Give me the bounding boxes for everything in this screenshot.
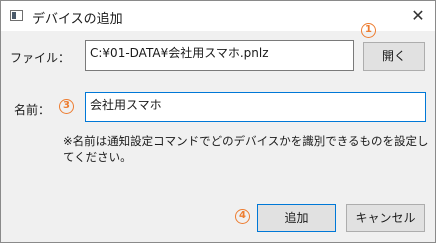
- callout-3: 3: [59, 99, 74, 114]
- file-path-field[interactable]: C:¥01-DATA¥会社用スマホ.pnlz: [85, 40, 354, 71]
- add-button[interactable]: 追加: [257, 204, 336, 232]
- add-device-dialog: デバイスの追加 ✕ ファイル： C:¥01-DATA¥会社用スマホ.pnlz 1…: [0, 0, 436, 243]
- callout-4: 4: [235, 209, 250, 224]
- device-name-field[interactable]: 会社用スマホ: [85, 92, 426, 122]
- close-icon[interactable]: ✕: [407, 5, 429, 27]
- open-button[interactable]: 開く: [363, 42, 425, 71]
- file-label: ファイル：: [10, 51, 71, 65]
- name-hint-note: ※名前は通知設定コマンドでどのデバイスかを識別できるものを設定してください。: [63, 134, 429, 164]
- callout-1: 1: [361, 23, 376, 38]
- window-icon: [10, 10, 23, 21]
- window-title: デバイスの追加: [32, 12, 123, 27]
- cancel-button[interactable]: キャンセル: [346, 204, 425, 232]
- name-label: 名前：: [14, 103, 51, 117]
